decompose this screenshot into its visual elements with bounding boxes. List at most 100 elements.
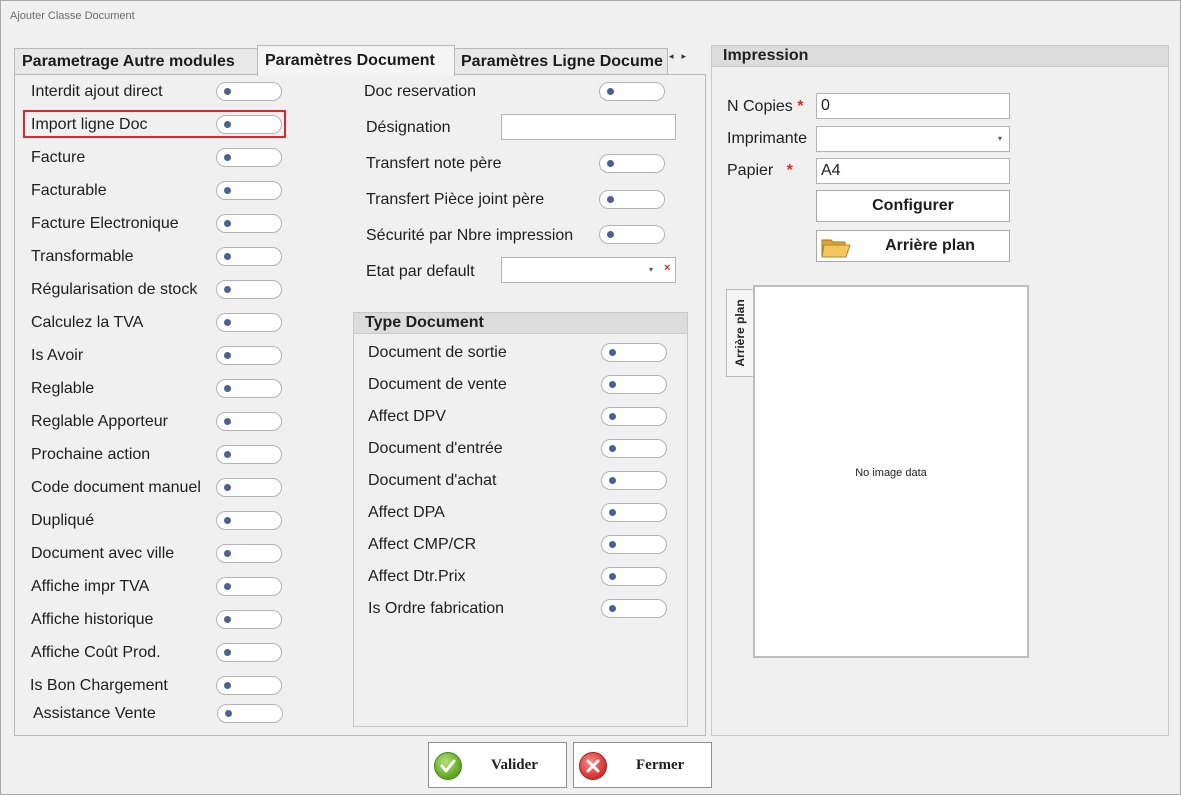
impression-header: Impression [711,45,1169,67]
toggle-label: Dupliqué [31,512,95,529]
type-document-label: Is Ordre fabrication [368,600,505,617]
toggle-label: Prochaine action [31,446,151,463]
tab-parametres-document[interactable]: Paramètres Document [257,45,455,76]
papier-input[interactable]: A4 [816,158,1010,184]
tab-scroll-right-icon[interactable]: ▸ [682,51,695,61]
toggle-knob-icon [607,88,614,95]
toggle-knob-icon [607,196,614,203]
toggle-knob-icon [224,187,231,194]
toggle-knob-icon [224,418,231,425]
etat-defaut-label: Etat par default [366,263,475,280]
toggle-switch[interactable] [216,379,282,398]
toggle-knob-icon [224,253,231,260]
toggle-knob-icon [609,413,616,420]
imprimante-combo[interactable] [816,126,1010,152]
fermer-button[interactable]: Fermer [573,742,712,788]
clear-icon[interactable]: × [664,262,670,274]
toggle-knob-icon [607,160,614,167]
securite-label: Sécurité par Nbre impression [366,227,574,244]
toggle-knob-icon [224,220,231,227]
transfert-piece-toggle[interactable] [599,190,665,209]
tab-scroll-left-icon[interactable]: ◂ [669,51,682,61]
type-document-label: Document de sortie [368,344,507,361]
toggle-switch[interactable] [216,412,282,431]
tab-bar: Parametrage Autre modules Paramètres Doc… [14,45,708,76]
n-copies-label: N Copies * [727,98,804,116]
n-copies-input[interactable]: 0 [816,93,1010,119]
toggle-switch[interactable] [216,148,282,167]
toggle-switch[interactable] [216,82,282,101]
tab-scroll-arrows[interactable]: ◂▸ [669,51,694,62]
toggle-switch[interactable] [216,676,282,695]
type-document-toggle[interactable] [601,407,667,426]
no-image-text: No image data [855,467,927,479]
toggle-knob-icon [224,88,231,95]
type-document-toggle[interactable] [601,375,667,394]
toggle-knob-icon [224,517,231,524]
toggle-switch[interactable] [216,181,282,200]
toggle-knob-icon [224,319,231,326]
type-document-toggle[interactable] [601,343,667,362]
arriere-plan-tab[interactable]: Arrière plan [726,289,753,377]
arriere-plan-tab-label: Arrière plan [733,299,747,367]
highlight-box [23,110,286,138]
toggle-knob-icon [609,477,616,484]
toggle-label: Is Avoir [31,347,84,364]
window-title: Ajouter Classe Document [10,10,135,22]
toggle-knob-icon [224,550,231,557]
toggle-label: Affiche impr TVA [31,578,150,595]
valider-button[interactable]: Valider [428,742,567,788]
toggle-label: Assistance Vente [33,705,156,722]
toggle-label: Calculez la TVA [31,314,144,331]
type-document-toggle[interactable] [601,567,667,586]
doc-reservation-label: Doc reservation [364,83,477,100]
transfert-note-label: Transfert note père [366,155,502,172]
toggle-switch[interactable] [216,214,282,233]
configurer-button[interactable]: Configurer [816,190,1010,222]
arriere-plan-button[interactable]: Arrière plan [816,230,1010,262]
toggle-switch[interactable] [216,445,282,464]
type-document-toggle[interactable] [601,439,667,458]
type-document-toggle[interactable] [601,535,667,554]
close-icon [579,752,607,780]
toggle-switch[interactable] [216,280,282,299]
toggle-knob-icon [609,445,616,452]
toggle-switch[interactable] [216,511,282,530]
designation-input[interactable] [501,114,676,140]
toggle-switch[interactable] [216,346,282,365]
image-preview[interactable]: No image data [753,285,1029,658]
toggle-knob-icon [607,231,614,238]
toggle-switch[interactable] [217,704,283,723]
transfert-piece-label: Transfert Pièce joint père [366,191,545,208]
type-document-label: Affect DPA [368,504,445,521]
toggle-label: Reglable [31,380,95,397]
arriere-plan-button-label: Arrière plan [885,237,975,254]
toggle-label: Facture [31,149,86,166]
toggle-label: Interdit ajout direct [31,83,163,100]
type-document-toggle[interactable] [601,599,667,618]
imprimante-arrow-icon[interactable]: ▾ [998,134,1002,143]
combo-arrow-icon[interactable]: ▾ [649,265,653,274]
transfert-note-toggle[interactable] [599,154,665,173]
toggle-switch[interactable] [216,313,282,332]
papier-text: Papier [727,162,774,179]
toggle-switch[interactable] [216,577,282,596]
toggle-knob-icon [224,154,231,161]
toggle-switch[interactable] [216,478,282,497]
type-document-toggle[interactable] [601,471,667,490]
toggle-knob-icon [224,385,231,392]
toggle-knob-icon [609,605,616,612]
toggle-switch[interactable] [216,247,282,266]
check-icon [434,752,462,780]
toggle-switch[interactable] [216,643,282,662]
securite-toggle[interactable] [599,225,665,244]
toggle-knob-icon [224,352,231,359]
required-mark: * [786,162,793,179]
type-document-toggle[interactable] [601,503,667,522]
toggle-switch[interactable] [216,610,282,629]
doc-reservation-toggle[interactable] [599,82,665,101]
tab-parametrage-autre-modules[interactable]: Parametrage Autre modules [14,48,259,75]
dialog-window: Ajouter Classe Document Parametrage Autr… [0,0,1181,795]
toggle-switch[interactable] [216,544,282,563]
tab-parametres-ligne-document[interactable]: Paramètres Ligne Docume [453,48,668,75]
